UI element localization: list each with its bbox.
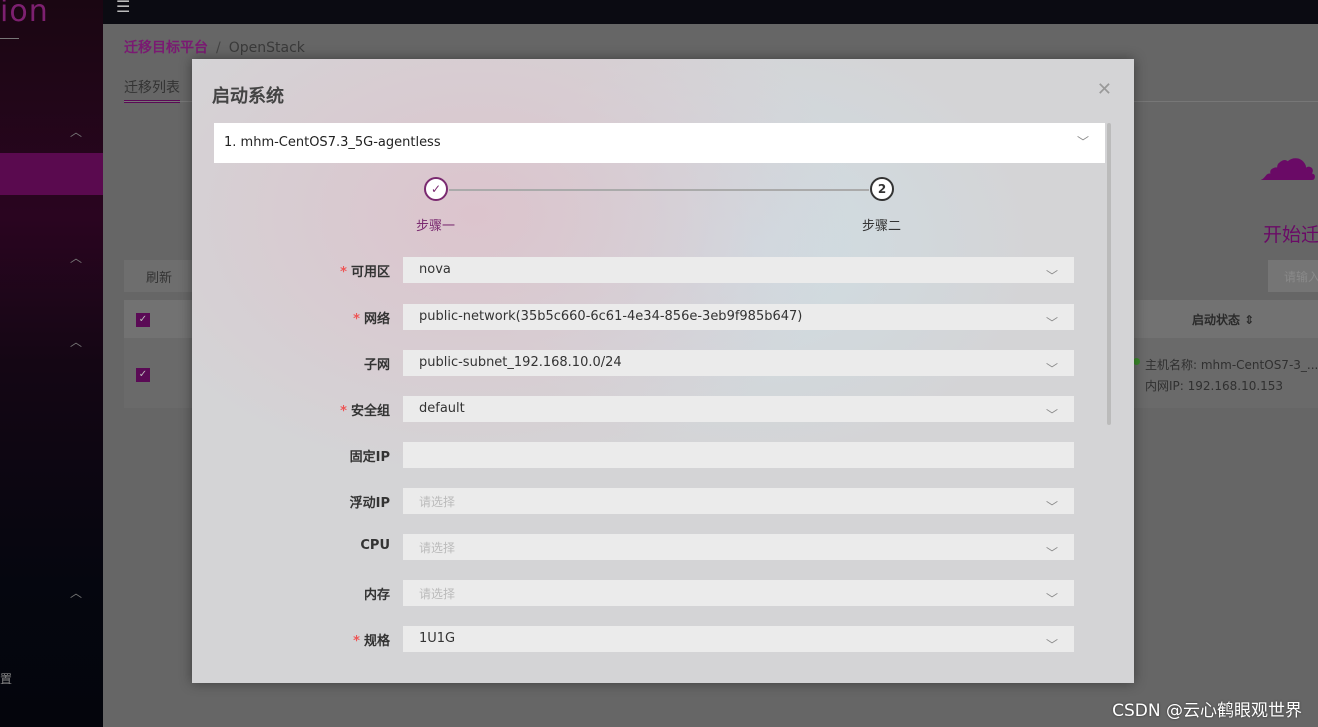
network-select[interactable]: public-network(35b5c660-6c61-4e34-856e-3… — [403, 304, 1074, 330]
breadcrumb-parent[interactable]: 迁移目标平台 — [124, 40, 208, 56]
cloud-download-icon: ☁ — [1258, 125, 1318, 195]
label-text: 浮动IP — [349, 496, 390, 511]
row-checkbox[interactable]: ✓ — [136, 368, 150, 382]
label-text: 固定IP — [349, 450, 390, 465]
memory-select[interactable]: 请选择 ﹀ — [403, 580, 1074, 606]
field-fixed-ip: 固定IP — [192, 442, 1134, 468]
label-text: 可用区 — [350, 265, 390, 280]
breadcrumb: 迁移目标平台 / OpenStack — [124, 37, 305, 57]
chevron-down-icon: ﹀ — [1076, 135, 1089, 149]
field-memory: 内存 请选择 ﹀ — [192, 580, 1134, 606]
watermark: CSDN @云心鹤眼观世界 — [1112, 701, 1302, 721]
sidebar: ion ︿ ︿ ︿ ︿ 置 — [0, 0, 103, 727]
step-2-label: 步骤二 — [862, 219, 902, 234]
field-label: * 规格 — [353, 634, 390, 649]
top-bar — [103, 0, 1318, 24]
chevron-down-icon: ﹀ — [1045, 269, 1058, 283]
chevron-down-icon: ﹀ — [1045, 592, 1058, 606]
field-availability-zone: * 可用区 nova ﹀ — [192, 257, 1134, 283]
field-cpu: CPU 请选择 ﹀ — [192, 534, 1134, 560]
chevron-up-icon[interactable]: ︿ — [70, 123, 82, 140]
availability-zone-select[interactable]: nova ﹀ — [403, 257, 1074, 283]
label-text: CPU — [360, 538, 390, 553]
status-header-label: 启动状态 — [1192, 313, 1241, 327]
field-network: * 网络 public-network(35b5c660-6c61-4e34-85… — [192, 304, 1134, 330]
hostname-text: 主机名称: mhm-CentOS7-3_... — [1145, 358, 1318, 372]
ip-text: 内网IP: 192.168.10.153 — [1145, 379, 1284, 393]
field-label: * 安全组 — [340, 404, 390, 419]
column-header-status[interactable]: 启动状态 ⇕ — [1192, 311, 1254, 328]
security-group-select[interactable]: default ﹀ — [403, 396, 1074, 422]
refresh-label: 刷新 — [146, 271, 173, 286]
field-label: 子网 — [364, 354, 390, 373]
cpu-select[interactable]: 请选择 ﹀ — [403, 534, 1074, 560]
field-label: 内存 — [364, 584, 390, 603]
select-value: nova — [419, 262, 451, 277]
chevron-down-icon: ﹀ — [1045, 638, 1058, 652]
chevron-up-icon[interactable]: ︿ — [70, 584, 82, 601]
field-floating-ip: 浮动IP 请选择 ﹀ — [192, 488, 1134, 514]
select-all-checkbox[interactable]: ✓ — [136, 313, 150, 327]
chevron-down-icon: ﹀ — [1045, 546, 1058, 560]
breadcrumb-current: OpenStack — [228, 40, 305, 56]
breadcrumb-separator: / — [216, 40, 221, 56]
flavor-select[interactable]: 1U1G ﹀ — [403, 626, 1074, 652]
status-dot — [1133, 358, 1140, 365]
select-placeholder: 请选择 — [419, 541, 456, 555]
close-icon[interactable]: ✕ — [1097, 79, 1112, 100]
label-text: 子网 — [363, 358, 390, 373]
floating-ip-select[interactable]: 请选择 ﹀ — [403, 488, 1074, 514]
field-label: 浮动IP — [350, 492, 390, 511]
sidebar-item-active[interactable] — [0, 153, 103, 195]
field-label: * 网络 — [353, 312, 390, 327]
field-security-group: * 安全组 default ﹀ — [192, 396, 1134, 422]
select-placeholder: 请选择 — [419, 587, 456, 601]
chevron-up-icon[interactable]: ︿ — [70, 249, 82, 266]
select-value: public-subnet_192.168.10.0/24 — [419, 355, 622, 370]
launch-system-modal: 启动系统 ✕ 1. mhm-CentOS7.3_5G-agentless ﹀ ✓ … — [192, 59, 1134, 683]
step-1-label: 步骤一 — [416, 219, 456, 234]
label-text: 内存 — [363, 588, 390, 603]
divider — [0, 38, 19, 39]
field-subnet: 子网 public-subnet_192.168.10.0/24 ﹀ — [192, 350, 1134, 376]
chevron-down-icon: ﹀ — [1045, 408, 1058, 422]
subnet-select[interactable]: public-subnet_192.168.10.0/24 ﹀ — [403, 350, 1074, 376]
select-placeholder: 请选择 — [419, 495, 456, 509]
field-label: CPU — [360, 538, 390, 553]
field-flavor: * 规格 1U1G ﹀ — [192, 626, 1134, 652]
select-value: 1U1G — [419, 631, 456, 646]
chevron-down-icon: ﹀ — [1045, 362, 1058, 376]
start-migration-label[interactable]: 开始迁 — [1263, 220, 1318, 247]
vm-select[interactable]: 1. mhm-CentOS7.3_5G-agentless ﹀ — [214, 123, 1105, 163]
chevron-up-icon[interactable]: ︿ — [70, 333, 82, 350]
label-text: 网络 — [363, 312, 390, 327]
logo: ion — [0, 0, 49, 29]
search-input[interactable]: 请输入 — [1268, 260, 1318, 292]
modal-title: 启动系统 — [212, 86, 284, 107]
vm-select-value: 1. mhm-CentOS7.3_5G-agentless — [224, 135, 441, 150]
refresh-button[interactable]: 刷新 — [124, 260, 192, 292]
label-text: 安全组 — [350, 404, 390, 419]
chevron-down-icon: ﹀ — [1045, 500, 1058, 514]
tab-migration-list[interactable]: 迁移列表 — [124, 77, 180, 103]
step-1-check-icon: ✓ — [424, 177, 448, 201]
select-value: default — [419, 401, 465, 416]
step-connector — [449, 189, 869, 191]
label-text: 规格 — [363, 634, 390, 649]
sidebar-item-settings[interactable]: 置 — [0, 670, 12, 687]
menu-fold-icon[interactable]: ☰ — [116, 0, 130, 16]
chevron-down-icon: ﹀ — [1045, 316, 1058, 330]
select-value: public-network(35b5c660-6c61-4e34-856e-3… — [419, 309, 803, 324]
field-label: 固定IP — [350, 446, 390, 465]
field-label: * 可用区 — [340, 265, 390, 280]
step-2-circle: 2 — [870, 177, 894, 201]
fixed-ip-input[interactable] — [403, 442, 1074, 468]
